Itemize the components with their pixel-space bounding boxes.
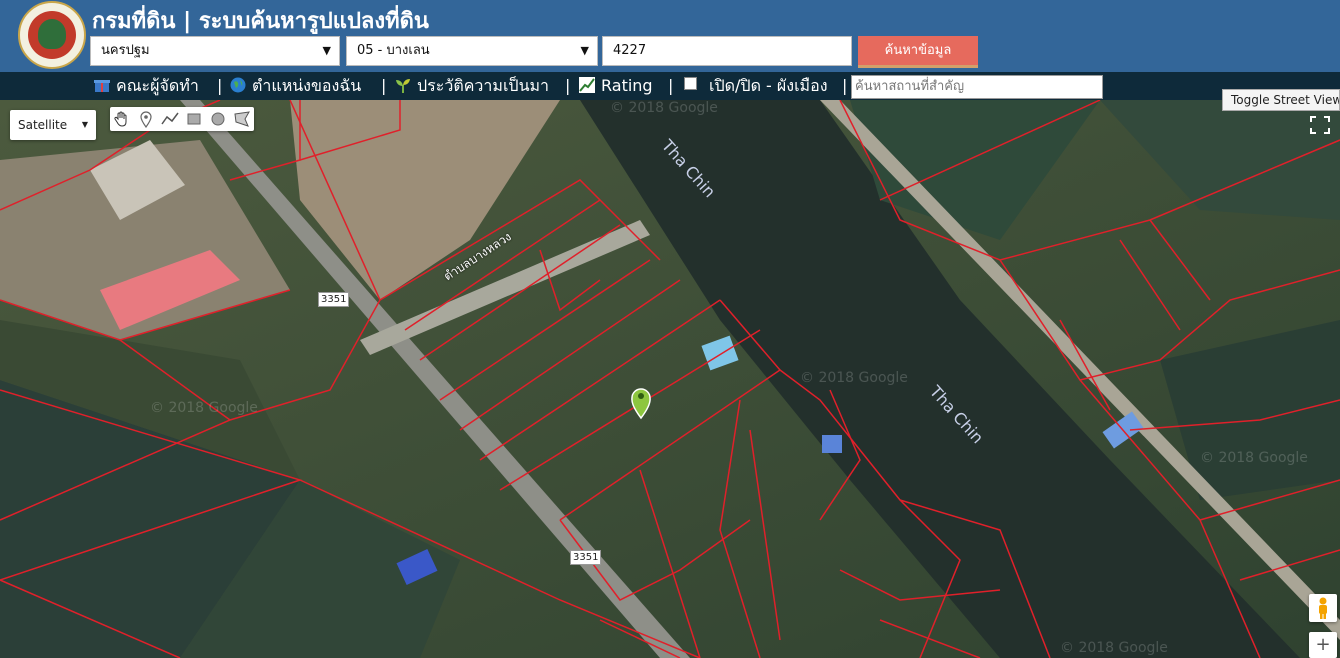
nav-toggle-plan[interactable]: เปิด/ปิด - ผังเมือง — [684, 72, 828, 100]
parcel-number-input[interactable]: 4227 — [602, 36, 852, 66]
nav-separator: | — [668, 76, 674, 95]
google-watermark: © 2018 Google — [150, 400, 258, 416]
nav-team[interactable]: คณะผู้จัดทำ — [94, 72, 199, 100]
pegman-icon — [1319, 597, 1327, 619]
search-button[interactable]: ค้นหาข้อมูล — [858, 36, 978, 68]
google-watermark: © 2018 Google — [1060, 640, 1168, 656]
road-number-badge: 3351 — [570, 550, 602, 565]
polygon-icon[interactable] — [232, 109, 252, 129]
road-number-badge: 3351 — [318, 292, 350, 307]
google-watermark: © 2018 Google — [1200, 450, 1308, 466]
chart-icon — [579, 77, 595, 93]
nav-separator: | — [842, 76, 848, 95]
page-title: กรมที่ดิน | ระบบค้นหารูปแปลงที่ดิน — [92, 9, 429, 34]
map-type-select[interactable]: Satellite ▼ — [10, 110, 96, 140]
chevron-down-icon: ▼ — [580, 44, 589, 57]
pegman-button[interactable] — [1309, 594, 1337, 622]
rectangle-icon[interactable] — [184, 109, 204, 129]
checkbox-icon[interactable] — [684, 77, 697, 90]
satellite-map[interactable]: © 2018 Google © 2018 Google © 2018 Googl… — [0, 100, 1340, 658]
drawing-toolbar — [110, 107, 254, 131]
nav-separator: | — [565, 76, 571, 95]
nav-my-location[interactable]: ตำแหน่งของฉัน — [230, 72, 361, 100]
gift-icon — [94, 80, 110, 92]
nav-history[interactable]: ประวัติความเป็นมา — [395, 72, 549, 100]
chevron-down-icon: ▼ — [81, 120, 88, 129]
marker-icon[interactable] — [136, 109, 156, 129]
fullscreen-icon[interactable] — [1306, 112, 1334, 138]
district-select[interactable]: 05 - บางเลน ▼ — [346, 36, 598, 66]
toggle-street-view-button[interactable]: Toggle Street View — [1222, 89, 1340, 111]
zoom-in-button[interactable]: + — [1309, 632, 1337, 658]
hand-icon[interactable] — [112, 109, 132, 129]
google-watermark: © 2018 Google — [610, 100, 718, 116]
header: กรมที่ดิน | ระบบค้นหารูปแปลงที่ดิน นครปฐ… — [0, 0, 1340, 72]
polyline-icon[interactable] — [160, 109, 180, 129]
nav-rating[interactable]: Rating — [579, 72, 653, 100]
chevron-down-icon: ▼ — [322, 44, 331, 57]
department-logo — [18, 1, 86, 69]
circle-icon[interactable] — [208, 109, 228, 129]
nav-separator: | — [381, 76, 387, 95]
map-canvas — [0, 100, 1340, 658]
google-watermark: © 2018 Google — [800, 370, 908, 386]
province-select[interactable]: นครปฐม ▼ — [90, 36, 340, 66]
sprout-icon — [396, 79, 410, 93]
nav-separator: | — [217, 76, 223, 95]
globe-icon — [230, 77, 246, 93]
place-search-input[interactable]: ค้นหาสถานที่สำคัญ — [851, 75, 1103, 99]
